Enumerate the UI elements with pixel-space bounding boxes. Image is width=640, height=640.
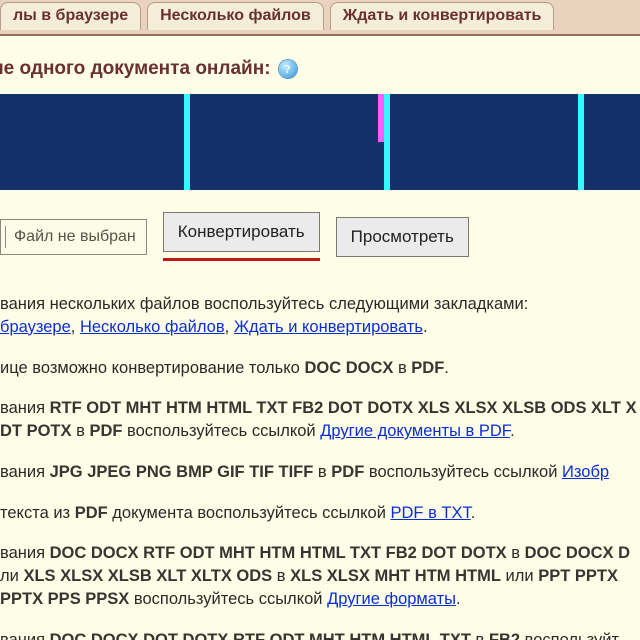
- paragraph-other-formats: вания DOC DOCX RTF ODT MHT HTM HTML TXT …: [0, 542, 640, 610]
- banner-stripe: [184, 94, 190, 190]
- banner-stripe: [384, 94, 390, 190]
- controls-row: Файл не выбран Конвертировать Просмотрет…: [0, 190, 640, 271]
- paragraph-tabs-hint: вания нескольких файлов воспользуйтесь с…: [0, 293, 640, 339]
- tab-files-in-browser[interactable]: лы в браузере: [0, 2, 141, 30]
- page-title: ие одного документа онлайн:: [0, 58, 271, 80]
- preview-button[interactable]: Просмотреть: [336, 217, 469, 257]
- body-content: вания нескольких файлов воспользуйтесь с…: [0, 271, 640, 640]
- link-multiple-files-tab[interactable]: Несколько файлов: [80, 318, 225, 336]
- link-wait-convert-tab[interactable]: Ждать и конвертировать: [234, 318, 423, 336]
- link-browser-tab[interactable]: браузере: [0, 318, 71, 336]
- file-input-placeholder: Файл не выбран: [14, 228, 136, 246]
- paragraph-to-fb2: вания DOC DOCX DOT DOTX RTF ODT MHT HTM …: [0, 629, 640, 640]
- paragraph-supported: ице возможно конвертирование только DOC …: [0, 357, 640, 380]
- banner-stripe: [578, 94, 584, 190]
- convert-button[interactable]: Конвертировать: [163, 212, 320, 252]
- file-input-edge: [3, 226, 6, 248]
- ad-banner: [0, 94, 640, 190]
- link-images[interactable]: Изобр: [562, 463, 609, 481]
- paragraph-images-to-pdf: вания JPG JPEG PNG BMP GIF TIF TIFF в PD…: [0, 461, 640, 484]
- tab-wait-and-convert[interactable]: Ждать и конвертировать: [330, 2, 555, 30]
- paragraph-pdf-to-txt: текста из PDF документа воспользуйтесь с…: [0, 502, 640, 525]
- paragraph-other-docs-pdf: вания RTF ODT MHT HTM HTML TXT FB2 DOT D…: [0, 397, 640, 443]
- file-input[interactable]: Файл не выбран: [0, 219, 147, 255]
- tab-multiple-files[interactable]: Несколько файлов: [147, 2, 324, 30]
- tabs-bar: лы в браузере Несколько файлов Ждать и к…: [0, 0, 640, 34]
- link-other-docs-pdf[interactable]: Другие документы в PDF: [320, 422, 510, 440]
- convert-button-highlight: [163, 258, 320, 261]
- link-pdf-to-txt[interactable]: PDF в TXT: [391, 504, 471, 522]
- page-heading-row: ие одного документа онлайн: ?: [0, 36, 640, 94]
- link-other-formats[interactable]: Другие форматы: [327, 590, 456, 608]
- help-icon[interactable]: ?: [279, 60, 297, 78]
